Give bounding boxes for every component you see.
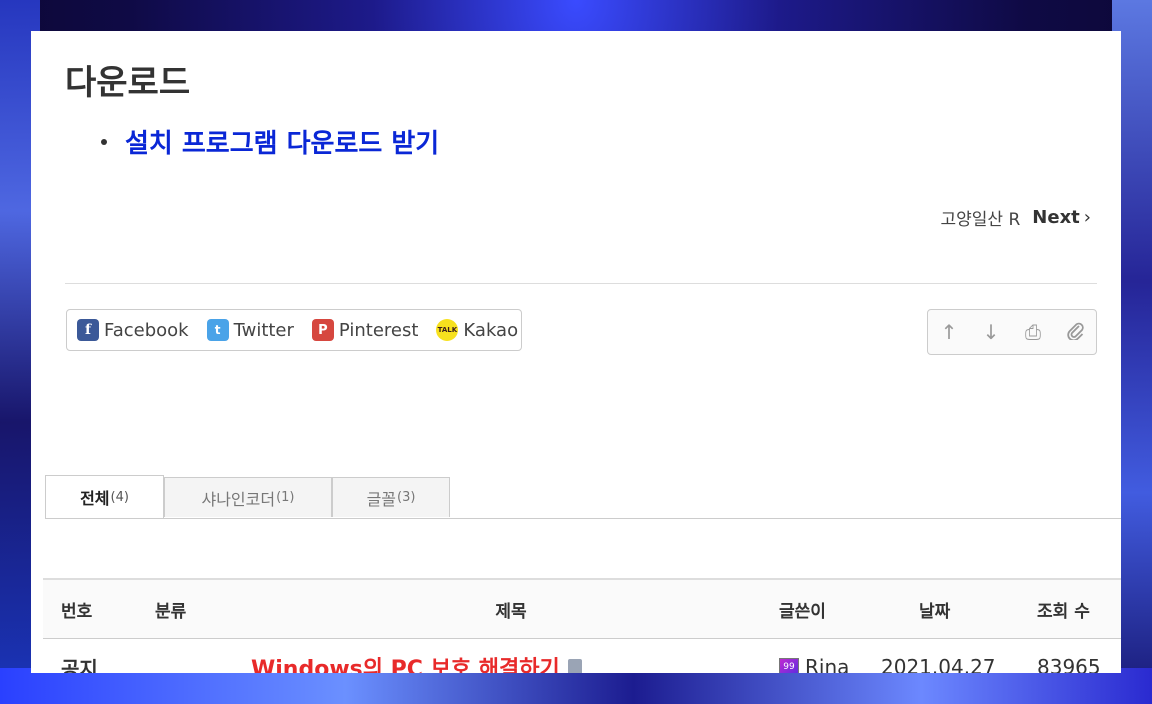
print-icon[interactable]: ⎙ bbox=[1018, 320, 1048, 344]
facebook-icon: f bbox=[77, 319, 99, 341]
share-twitter-button[interactable]: t Twitter bbox=[206, 319, 294, 341]
pinterest-icon: P bbox=[311, 319, 334, 341]
arrow-down-icon[interactable]: ↓ bbox=[976, 320, 1006, 344]
download-installer-link[interactable]: 설치 프로그램 다운로드 받기 bbox=[125, 123, 439, 160]
notice-label: 공지 bbox=[61, 656, 98, 674]
background-bottom-glow bbox=[0, 668, 1152, 704]
chevron-right-icon: › bbox=[1083, 207, 1091, 228]
header-title[interactable]: 제목 bbox=[251, 580, 771, 638]
post-navigation: 고양일산 R Next › bbox=[941, 205, 1091, 230]
table-row: 공지 Windows의 PC 보호 해결하기 99 Rina 2021.04.2… bbox=[43, 639, 1121, 673]
header-author[interactable]: 글쓴이 bbox=[779, 580, 826, 638]
header-category[interactable]: 분류 bbox=[155, 580, 186, 638]
category-tabs: 전체 (4) 샤나인코더 (1) 글꼴 (3) bbox=[45, 475, 1121, 519]
row-views: 83965 bbox=[1037, 655, 1101, 673]
twitter-icon: t bbox=[206, 319, 229, 341]
share-label: Twitter bbox=[233, 319, 294, 341]
row-title-cell: Windows의 PC 보호 해결하기 bbox=[251, 639, 771, 673]
notice-title-link[interactable]: Windows의 PC 보호 해결하기 bbox=[251, 651, 560, 673]
tab-count: (3) bbox=[397, 490, 416, 505]
share-label: Kakao bbox=[463, 319, 519, 341]
page-content: 다운로드 설치 프로그램 다운로드 받기 고양일산 R Next › f Fac… bbox=[31, 31, 1121, 673]
tab-count: (1) bbox=[276, 490, 295, 505]
member-badge-icon: 99 bbox=[779, 658, 799, 673]
share-label: Pinterest bbox=[338, 319, 419, 341]
adjacent-post-title[interactable]: 고양일산 R bbox=[941, 205, 1021, 230]
tab-label: 샤나인코더 bbox=[201, 489, 276, 509]
tab-fonts[interactable]: 글꼴 (3) bbox=[332, 477, 450, 517]
tab-label: 글꼴 bbox=[366, 489, 397, 509]
next-label: Next bbox=[1032, 207, 1080, 228]
document-tools: ↑ ↓ ⎙ bbox=[927, 309, 1097, 355]
header-number[interactable]: 번호 bbox=[61, 580, 92, 638]
share-facebook-button[interactable]: f Facebook bbox=[77, 319, 189, 341]
header-views[interactable]: 조회 수 bbox=[1037, 580, 1090, 638]
file-icon bbox=[567, 659, 582, 673]
download-list: 설치 프로그램 다운로드 받기 bbox=[101, 123, 439, 160]
row-date: 2021.04.27 bbox=[881, 655, 996, 673]
paperclip-icon[interactable] bbox=[1060, 320, 1090, 345]
table-header: 번호 분류 제목 글쓴이 날짜 조회 수 bbox=[43, 578, 1121, 639]
share-bar: f Facebook t Twitter P Pinterest TALK Ka… bbox=[66, 309, 522, 351]
kakao-icon: TALK bbox=[436, 319, 459, 341]
page-title: 다운로드 bbox=[65, 63, 191, 103]
share-pinterest-button[interactable]: P Pinterest bbox=[311, 319, 419, 341]
tab-all[interactable]: 전체 (4) bbox=[45, 475, 164, 518]
paperclip-glyph bbox=[1067, 322, 1084, 341]
next-post-link[interactable]: Next › bbox=[1032, 207, 1091, 228]
list-item: 설치 프로그램 다운로드 받기 bbox=[101, 123, 439, 160]
row-author[interactable]: 99 Rina bbox=[779, 639, 849, 673]
tab-count: (4) bbox=[110, 489, 129, 505]
bullet-icon bbox=[101, 138, 107, 145]
tab-shana-encoder[interactable]: 샤나인코더 (1) bbox=[164, 477, 332, 517]
header-date[interactable]: 날짜 bbox=[919, 580, 950, 638]
author-name: Rina bbox=[805, 655, 850, 673]
tabs-baseline bbox=[45, 518, 1121, 519]
tab-label: 전체 bbox=[80, 489, 110, 508]
share-kakao-button[interactable]: TALK Kakao bbox=[436, 319, 518, 341]
divider bbox=[65, 283, 1097, 284]
share-label: Facebook bbox=[104, 319, 189, 341]
arrow-up-icon[interactable]: ↑ bbox=[934, 320, 964, 344]
board-table: 번호 분류 제목 글쓴이 날짜 조회 수 공지 Windows의 PC 보호 해… bbox=[43, 578, 1121, 673]
